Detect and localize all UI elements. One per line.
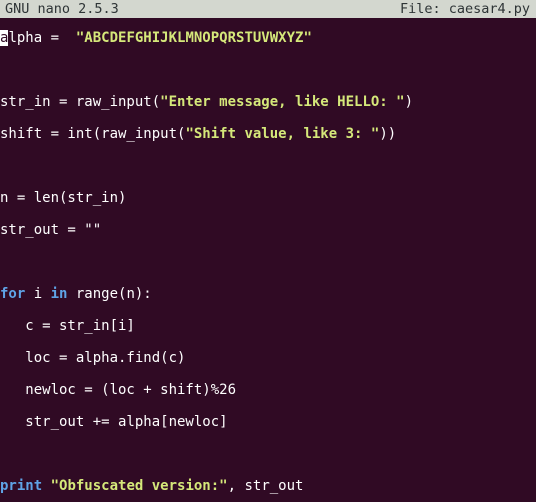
code-line-10: str_out += alpha[newloc] (0, 411, 228, 433)
code-line-11: print "Obfuscated version:", str_out (0, 475, 303, 497)
code-text: range(n): (67, 286, 152, 302)
code-text: str_out += alpha[newloc] (0, 414, 228, 430)
keyword: print (0, 478, 43, 494)
code-line-3: shift = int(raw_input("Shift value, like… (0, 123, 396, 145)
code-line-1: alpha = "ABCDEFGHIJKLMNOPQRSTUVWXYZ" (0, 27, 312, 49)
code-text: c = str_in[i] (0, 318, 135, 334)
code-line-6: for i in range(n): (0, 283, 152, 305)
code-editor[interactable]: alpha = "ABCDEFGHIJKLMNOPQRSTUVWXYZ" str… (0, 0, 536, 502)
code-line-2: str_in = raw_input("Enter message, like … (0, 91, 413, 113)
keyword: in (50, 286, 68, 302)
code-line-8: loc = alpha.find(c) (0, 347, 185, 369)
code-text: shift = int(raw_input( (0, 126, 186, 142)
code-line-4: n = len(str_in) (0, 187, 126, 209)
code-text: lpha = (8, 30, 76, 46)
code-text: ) (404, 94, 414, 110)
keyword: for (0, 286, 26, 302)
code-line-5: str_out = "" (0, 219, 101, 241)
code-text: n = len(str_in) (0, 190, 127, 206)
nano-title-bar: GNU nano 2.5.3 File: caesar4.py (0, 0, 536, 18)
code-text: newloc = (loc + shift)%26 (0, 382, 237, 398)
code-text: , str_out (227, 478, 304, 494)
code-text: str_out = (0, 222, 85, 238)
code-text: i (25, 286, 51, 302)
string-literal: "Obfuscated version:" (50, 478, 228, 494)
string-literal: "" (84, 222, 102, 238)
code-text: str_in = raw_input( (0, 94, 161, 110)
string-literal: "Enter message, like HELLO: " (160, 94, 405, 110)
code-text: loc = alpha.find(c) (0, 350, 186, 366)
code-text: )) (379, 126, 397, 142)
string-literal: "Shift value, like 3: " (185, 126, 380, 142)
code-line-7: c = str_in[i] (0, 315, 135, 337)
app-title: GNU nano 2.5.3 (5, 1, 119, 17)
string-literal: "ABCDEFGHIJKLMNOPQRSTUVWXYZ" (75, 30, 312, 46)
file-name-label: File: caesar4.py (399, 1, 530, 17)
code-line-9: newloc = (loc + shift)%26 (0, 379, 236, 401)
